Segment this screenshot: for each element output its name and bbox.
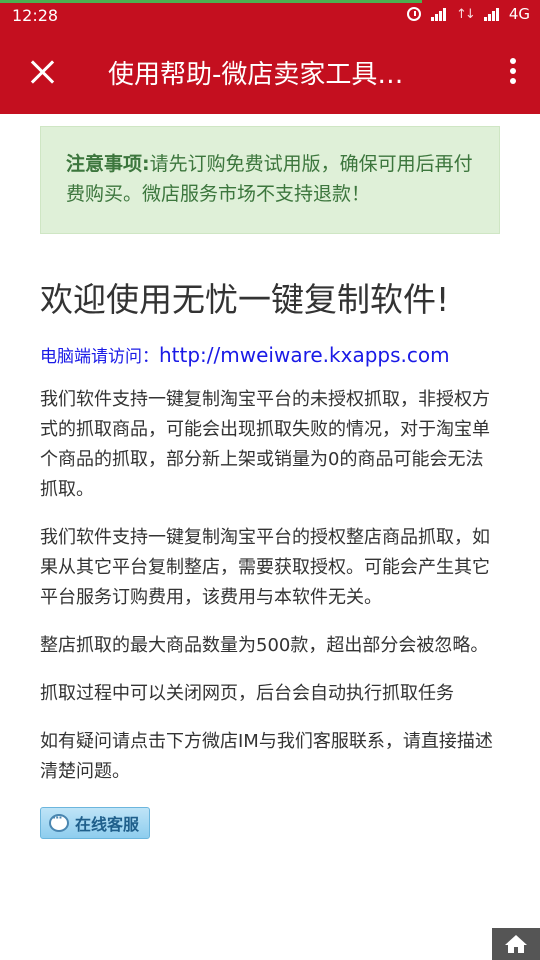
app-bar: 使用帮助-微店卖家工具… xyxy=(0,30,540,114)
help-content: 注意事项:请先订购免费试用版，确保可用后再付费购买。微店服务市场不支持退款！ 欢… xyxy=(40,114,500,839)
page-load-progress xyxy=(0,0,422,3)
visit-url-link[interactable]: http://mweiware.kxapps.com xyxy=(159,343,450,367)
online-service-label: 在线客服 xyxy=(75,815,140,834)
signal-icon-2 xyxy=(483,7,499,21)
notice-label: 注意事项: xyxy=(66,153,150,175)
status-icons: ↑↓ 4G xyxy=(407,5,530,23)
signal-icon xyxy=(431,7,447,21)
status-bar: 12:28 ↑↓ 4G xyxy=(0,0,540,30)
close-icon[interactable] xyxy=(26,55,60,89)
alarm-icon xyxy=(407,7,422,21)
visit-label: 电脑端请访问： xyxy=(40,347,159,367)
home-button[interactable] xyxy=(492,928,540,960)
status-time: 12:28 xyxy=(12,6,59,25)
chat-bubble-icon xyxy=(49,811,69,832)
welcome-heading: 欢迎使用无忧一键复制软件! xyxy=(40,280,450,319)
paragraph-unauthorized: 我们软件支持一键复制淘宝平台的未授权抓取，非授权方式的抓取商品，可能会出现抓取失… xyxy=(40,389,490,500)
desktop-visit: 电脑端请访问：http://mweiware.kxapps.com xyxy=(40,342,500,367)
paragraph-limit: 整店抓取的最大商品数量为500款，超出部分会被忽略。 xyxy=(40,635,489,656)
paragraph-authorized: 我们软件支持一键复制淘宝平台的授权整店商品抓取，如果从其它平台复制整店，需要获取… xyxy=(40,527,490,608)
home-icon xyxy=(505,935,527,953)
more-vertical-icon[interactable] xyxy=(508,58,518,88)
page-title: 使用帮助-微店卖家工具… xyxy=(108,60,404,90)
online-service-button[interactable]: 在线客服 xyxy=(40,807,151,839)
network-type: 4G xyxy=(508,5,530,23)
paragraph-background: 抓取过程中可以关闭网页，后台会自动执行抓取任务 xyxy=(40,683,454,704)
paragraph-contact: 如有疑问请点击下方微店IM与我们客服联系，请直接描述清楚问题。 xyxy=(40,731,493,782)
notice-box: 注意事项:请先订购免费试用版，确保可用后再付费购买。微店服务市场不支持退款！ xyxy=(40,126,500,234)
data-transfer-icon: ↑↓ xyxy=(456,6,476,22)
